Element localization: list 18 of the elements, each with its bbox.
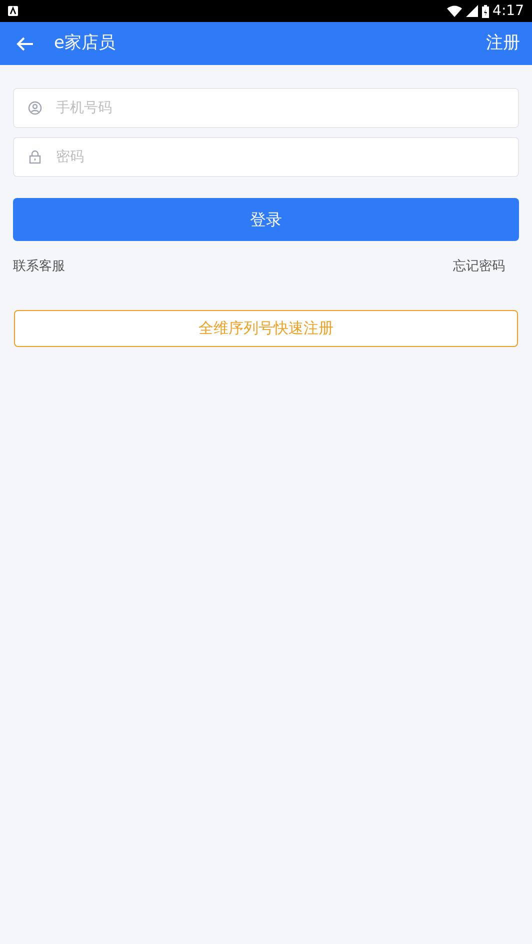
input-field[interactable]: 手机号码 — [13, 88, 519, 128]
forgot-password-link[interactable]: 忘记密码 — [453, 257, 505, 276]
signal-icon — [466, 5, 478, 17]
back-icon — [16, 36, 34, 52]
input-field[interactable]: 密码 — [56, 146, 505, 168]
contact-support-link[interactable]: 联系客服 — [13, 257, 65, 276]
quick-register-button[interactable]: 全维序列号快速注册 — [14, 310, 518, 346]
input-field[interactable]: 手机号码 — [56, 98, 505, 118]
battery-icon — [482, 4, 489, 18]
status-time: 4:17 — [492, 2, 524, 20]
notification-icon — [8, 6, 18, 16]
wifi-icon — [446, 5, 462, 17]
user-icon — [28, 101, 42, 115]
app-title: e家店员 — [54, 32, 116, 55]
login-button[interactable]: 登录 — [13, 198, 519, 241]
register-link[interactable]: 注册 — [486, 30, 520, 56]
lock-icon — [29, 150, 41, 164]
input-field[interactable]: 密码 — [13, 137, 519, 177]
